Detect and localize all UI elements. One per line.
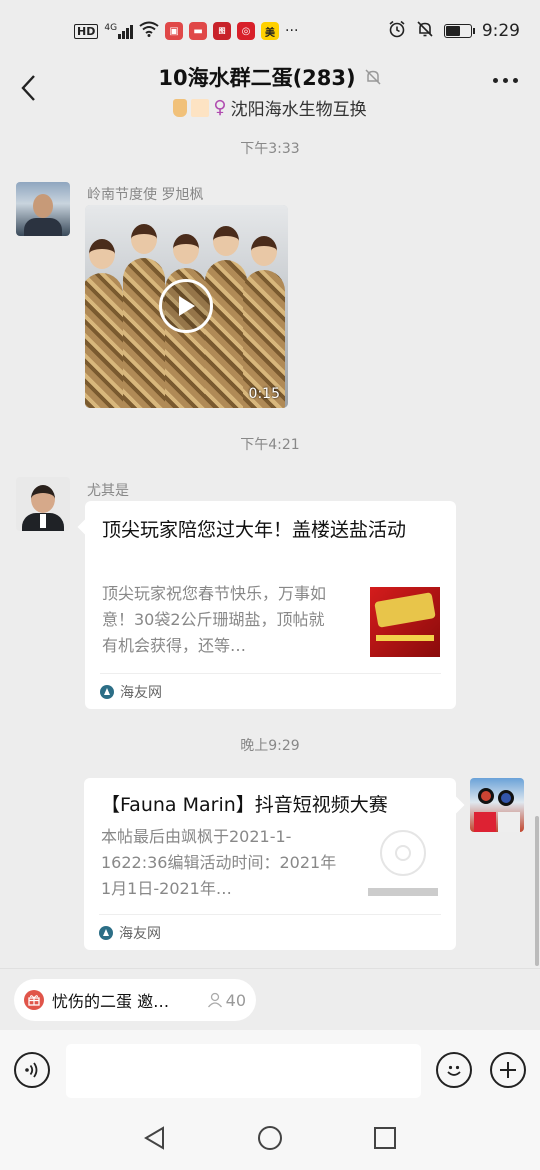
input-bar (0, 1030, 540, 1110)
nav-home-icon[interactable] (256, 1124, 284, 1156)
link-title: 顶尖玩家陪您过大年！盖楼送盐活动 (102, 519, 407, 541)
scrollbar[interactable] (535, 816, 539, 966)
source-name: 海友网 (120, 684, 162, 701)
smiley-icon (447, 1065, 461, 1076)
nav-recents-icon[interactable] (372, 1125, 398, 1155)
more-actions-button[interactable] (490, 1052, 526, 1088)
signal-icon: 4G (104, 23, 134, 39)
link-description: 本帖最后由飒枫于2021-1-1622:36编辑活动时间：2021年1月1日-2… (101, 827, 337, 898)
emoji-icon (173, 98, 188, 117)
link-card[interactable]: 顶尖玩家陪您过大年！盖楼送盐活动 顶尖玩家祝您春节快乐，万事如意！30袋2公斤珊… (85, 501, 456, 709)
more-notifications: ··· (285, 23, 299, 39)
voice-icon (25, 1062, 38, 1078)
notice-bar: 忧伤的二蛋 邀… 40 (0, 968, 540, 1030)
app-notification-icon: ▬ (189, 22, 208, 40)
avatar[interactable] (16, 477, 70, 531)
mute-icon (416, 20, 434, 42)
link-source: 海友网 (99, 914, 441, 950)
voice-button[interactable] (14, 1052, 50, 1088)
source-logo-icon (99, 925, 113, 940)
source-name: 海友网 (119, 925, 161, 942)
notice-text: 忧伤的二蛋 邀… (52, 992, 170, 1011)
status-bar: HD 4G ▣ ▬ 图 ◎ 美 ··· 9:29 (0, 0, 540, 62)
participant-count: 40 (207, 991, 246, 1010)
gift-icon (24, 990, 44, 1010)
nav-back-icon[interactable] (142, 1125, 168, 1155)
status-left: HD 4G ▣ ▬ 图 ◎ 美 ··· (74, 21, 298, 41)
source-logo-icon (100, 684, 114, 699)
timestamp: 晚上9:29 (240, 738, 300, 754)
chevron-left-icon (21, 75, 35, 101)
video-message[interactable]: 0:15 (85, 205, 288, 408)
group-subtitle-text: 沈阳海水生物互换 (230, 100, 367, 120)
network-type: 4G (104, 23, 118, 33)
page-title: 10海水群二蛋(283) (158, 66, 356, 90)
chat-area[interactable]: 下午3:33 岭南节度使 罗旭枫 0:15 下午4:21 尤其是 顶尖玩家陪您过… (0, 118, 540, 968)
app-notification-icon: ◎ (237, 22, 256, 40)
timestamp: 下午3:33 (240, 141, 300, 157)
status-right: 9:29 (388, 20, 520, 42)
app-notification-icon: ▣ (165, 22, 184, 40)
link-description: 顶尖玩家祝您春节快乐，万事如意！30袋2公斤珊瑚盐，顶帖就有机会获得，还等… (102, 584, 327, 655)
hd-indicator: HD (74, 23, 99, 39)
alarm-icon (388, 20, 406, 42)
group-title-row: 10海水群二蛋(283) (158, 62, 381, 92)
emoji-button[interactable] (436, 1052, 472, 1088)
person-icon (207, 992, 222, 1008)
link-title: 【Fauna Marin】抖音短视频大赛 (101, 794, 388, 816)
emoji-icon (191, 98, 210, 117)
avatar[interactable] (470, 778, 524, 832)
wifi-icon (139, 21, 159, 41)
link-card[interactable]: 【Fauna Marin】抖音短视频大赛 本帖最后由飒枫于2021-1-1622… (84, 778, 456, 950)
title-area[interactable]: 10海水群二蛋(283) ♀ 沈阳海水生物互换 (90, 62, 450, 120)
avatar[interactable] (16, 182, 70, 236)
link-thumbnail (370, 587, 440, 657)
app-notification-icon: 图 (213, 22, 232, 40)
more-button[interactable] (493, 78, 518, 83)
system-nav-bar (0, 1110, 540, 1170)
meituan-icon: 美 (261, 22, 280, 40)
plus-icon (500, 1062, 516, 1078)
battery-icon (443, 24, 475, 38)
group-subtitle: ♀ 沈阳海水生物互换 (90, 95, 450, 120)
link-thumbnail (368, 826, 438, 896)
link-source: 海友网 (100, 673, 441, 709)
battery-level (445, 26, 461, 36)
bell-off-icon (365, 69, 381, 85)
clock: 9:29 (481, 21, 520, 41)
participant-count-value: 40 (225, 990, 246, 1010)
message-input[interactable] (66, 1044, 421, 1098)
sender-name: 尤其是 (87, 483, 129, 499)
timestamp: 下午4:21 (240, 437, 300, 453)
back-button[interactable] (14, 70, 44, 106)
video-duration: 0:15 (248, 386, 280, 402)
group-notice-chip[interactable]: 忧伤的二蛋 邀… 40 (14, 979, 256, 1021)
sender-name: 岭南节度使 罗旭枫 (87, 187, 204, 203)
chat-header: 10海水群二蛋(283) ♀ 沈阳海水生物互换 (0, 62, 540, 120)
play-icon[interactable] (159, 279, 213, 333)
female-symbol-icon: ♀ (213, 97, 227, 118)
